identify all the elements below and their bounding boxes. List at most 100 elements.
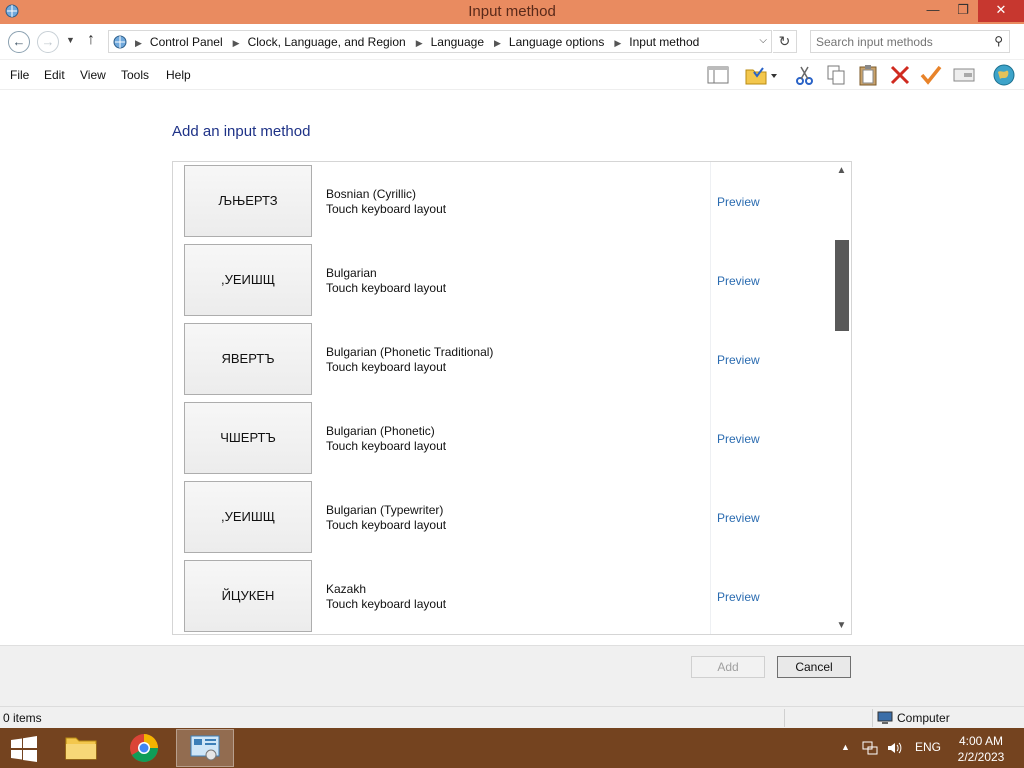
input-method-list[interactable]: ЉЊЕРТЗ Bosnian (Cyrillic) Touch keyboard… bbox=[172, 161, 852, 635]
keyboard-layout-tile[interactable]: ,УЕИШЩ bbox=[184, 244, 312, 316]
keyboard-layout-tile[interactable]: ЙЦУКЕН bbox=[184, 560, 312, 632]
show-hidden-icons-chevron-icon[interactable]: ▲ bbox=[841, 742, 850, 752]
network-icon[interactable] bbox=[862, 740, 878, 756]
scroll-up-arrow-icon[interactable]: ▲ bbox=[832, 162, 851, 179]
checkmark-icon[interactable] bbox=[919, 64, 943, 86]
chevron-right-icon[interactable]: ▶ bbox=[416, 38, 423, 48]
breadcrumb-control-panel[interactable]: Control Panel bbox=[150, 35, 223, 49]
breadcrumb-language-options[interactable]: Language options bbox=[509, 35, 604, 49]
close-button[interactable]: ✕ bbox=[978, 0, 1024, 22]
chevron-right-icon[interactable]: ▶ bbox=[614, 38, 621, 48]
minimize-button[interactable]: — bbox=[918, 0, 948, 22]
preview-link[interactable]: Preview bbox=[717, 353, 760, 367]
globe-icon[interactable] bbox=[990, 64, 1018, 86]
list-item[interactable]: ,УЕИШЩ Bulgarian Touch keyboard layout P… bbox=[173, 241, 833, 320]
delete-icon[interactable] bbox=[888, 64, 912, 86]
recent-locations-dropdown[interactable]: ▼ bbox=[66, 35, 75, 45]
address-bar[interactable]: ▶ Control Panel ▶ Clock, Language, and Regi… bbox=[108, 30, 772, 53]
item-type: Touch keyboard layout bbox=[326, 439, 447, 453]
volume-icon[interactable] bbox=[886, 740, 902, 756]
computer-icon bbox=[877, 711, 893, 724]
add-button[interactable]: Add bbox=[691, 656, 765, 678]
folder-check-icon[interactable] bbox=[744, 64, 778, 86]
status-bar: 0 items Computer bbox=[0, 706, 1024, 728]
item-name: Bulgarian (Phonetic) bbox=[326, 424, 435, 438]
item-name: Bulgarian (Phonetic Traditional) bbox=[326, 345, 494, 359]
main-content: Add an input method ЉЊЕРТЗ Bosnian (Cyri… bbox=[0, 91, 1024, 646]
window-title: Input method bbox=[468, 3, 556, 20]
taskbar: ▲ ENG 4:00 AM 2/2/2023 bbox=[0, 728, 1024, 768]
item-name: Bulgarian bbox=[326, 266, 377, 280]
list-item[interactable]: ЯВЕРТЪ Bulgarian (Phonetic Traditional) … bbox=[173, 320, 833, 399]
menu-bar: File Edit View Tools Help bbox=[0, 60, 1024, 90]
menu-edit[interactable]: Edit bbox=[44, 68, 65, 82]
item-name: Bosnian (Cyrillic) bbox=[326, 187, 417, 201]
clock-date: 2/2/2023 bbox=[957, 750, 1005, 764]
cancel-button[interactable]: Cancel bbox=[777, 656, 851, 678]
clock[interactable]: 4:00 AM 2/2/2023 bbox=[954, 733, 1008, 765]
item-count: 0 items bbox=[3, 711, 42, 725]
status-divider bbox=[872, 709, 873, 727]
keyboard-layout-tile[interactable]: ЉЊЕРТЗ bbox=[184, 165, 312, 237]
folder-icon bbox=[65, 737, 97, 760]
maximize-button[interactable]: ❐ bbox=[948, 0, 978, 22]
breadcrumb-clock-language-region[interactable]: Clock, Language, and Region bbox=[248, 35, 406, 49]
keyboard-layout-tile[interactable]: ,УЕИШЩ bbox=[184, 481, 312, 553]
page-title: Add an input method bbox=[172, 123, 311, 140]
item-type: Touch keyboard layout bbox=[326, 597, 447, 611]
scroll-down-arrow-icon[interactable]: ▼ bbox=[832, 617, 851, 634]
cut-icon[interactable] bbox=[793, 64, 817, 86]
forward-button[interactable]: → bbox=[37, 31, 59, 53]
taskbar-file-explorer[interactable] bbox=[52, 729, 110, 767]
keyboard-layout-tile[interactable]: ЧШЕРТЪ bbox=[184, 402, 312, 474]
up-button[interactable]: ↑ bbox=[87, 31, 95, 49]
control-panel-icon bbox=[113, 35, 127, 49]
control-panel-icon bbox=[190, 735, 220, 761]
search-box[interactable]: ⚲ bbox=[810, 30, 1010, 53]
search-input[interactable] bbox=[811, 31, 987, 52]
windows-start-icon[interactable] bbox=[10, 736, 38, 762]
preview-link[interactable]: Preview bbox=[717, 432, 760, 446]
refresh-button[interactable]: ↻ bbox=[773, 30, 797, 53]
item-type: Touch keyboard layout bbox=[326, 518, 447, 532]
preview-link[interactable]: Preview bbox=[717, 590, 760, 604]
title-bar: Input method — ❐ ✕ bbox=[0, 0, 1024, 24]
status-divider bbox=[784, 709, 785, 727]
preview-link[interactable]: Preview bbox=[717, 195, 760, 209]
list-item[interactable]: ЧШЕРТЪ Bulgarian (Phonetic) Touch keyboa… bbox=[173, 399, 833, 478]
back-button[interactable]: ← bbox=[8, 31, 30, 53]
preview-link[interactable]: Preview bbox=[717, 274, 760, 288]
scroll-thumb[interactable] bbox=[835, 240, 849, 331]
navigation-bar: ← → ▼ ↑ ▶ Control Panel ▶ Clock, Language, … bbox=[0, 24, 1024, 60]
paste-icon[interactable] bbox=[856, 64, 880, 86]
search-icon[interactable]: ⚲ bbox=[994, 34, 1003, 48]
keyboard-layout-tile[interactable]: ЯВЕРТЪ bbox=[184, 323, 312, 395]
breadcrumb-input-method[interactable]: Input method bbox=[629, 35, 699, 49]
taskbar-control-panel[interactable] bbox=[176, 729, 234, 767]
breadcrumb-language[interactable]: Language bbox=[431, 35, 484, 49]
item-name: Bulgarian (Typewriter) bbox=[326, 503, 444, 517]
list-item[interactable]: ЉЊЕРТЗ Bosnian (Cyrillic) Touch keyboard… bbox=[173, 162, 833, 241]
item-type: Touch keyboard layout bbox=[326, 202, 447, 216]
properties-icon[interactable] bbox=[952, 64, 976, 86]
item-type: Touch keyboard layout bbox=[326, 360, 447, 374]
vertical-scrollbar[interactable]: ▲ ▼ bbox=[832, 162, 851, 634]
dialog-footer: Add Cancel bbox=[0, 645, 1024, 706]
menu-help[interactable]: Help bbox=[166, 68, 191, 82]
chrome-icon bbox=[130, 734, 158, 762]
chevron-right-icon[interactable]: ▶ bbox=[233, 38, 240, 48]
item-name: Kazakh bbox=[326, 582, 367, 596]
chevron-right-icon[interactable]: ▶ bbox=[494, 38, 501, 48]
preview-link[interactable]: Preview bbox=[717, 511, 760, 525]
chevron-down-icon[interactable]: ⌵ bbox=[759, 35, 767, 46]
chevron-right-icon: ▶ bbox=[135, 38, 142, 48]
menu-view[interactable]: View bbox=[80, 68, 106, 82]
layout-pane-icon[interactable] bbox=[706, 64, 730, 86]
list-item[interactable]: ЙЦУКЕН Kazakh Touch keyboard layout Prev… bbox=[173, 557, 833, 634]
list-item[interactable]: ,УЕИШЩ Bulgarian (Typewriter) Touch keyb… bbox=[173, 478, 833, 557]
input-language-indicator[interactable]: ENG bbox=[915, 740, 941, 754]
taskbar-chrome[interactable] bbox=[115, 729, 173, 767]
menu-tools[interactable]: Tools bbox=[121, 68, 149, 82]
copy-icon[interactable] bbox=[824, 64, 848, 86]
menu-file[interactable]: File bbox=[10, 68, 29, 82]
